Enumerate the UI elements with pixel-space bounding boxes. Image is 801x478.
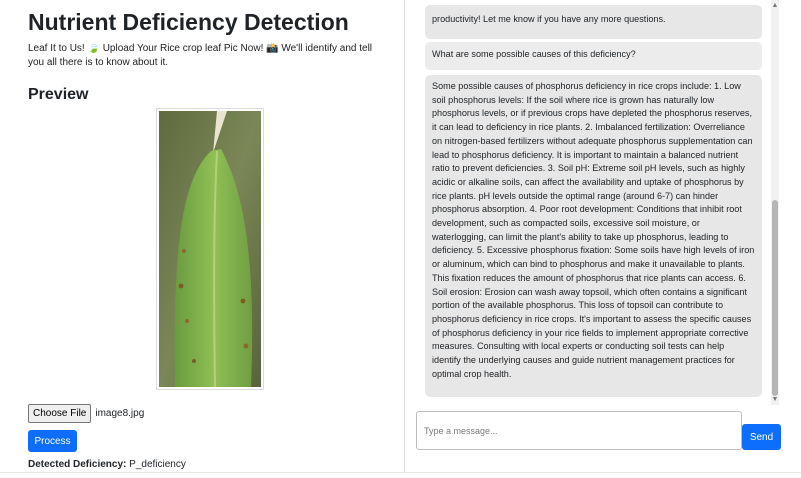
leaf-photo (159, 111, 261, 387)
panel-divider (404, 0, 405, 472)
send-button[interactable]: Send (742, 424, 781, 450)
bottom-border (0, 472, 801, 473)
scrollbar-thumb[interactable] (772, 200, 778, 396)
scroll-down-icon[interactable]: ▼ (771, 396, 779, 403)
chat-history[interactable]: productivity! Let me know if you have an… (416, 0, 780, 405)
page-title: Nutrient Deficiency Detection (28, 9, 349, 35)
chat-message-text: What are some possible causes of this de… (432, 49, 636, 59)
detected-deficiency-value: P_deficiency (129, 459, 186, 470)
message-input[interactable] (416, 411, 742, 450)
choose-file-button[interactable]: Choose File (28, 404, 92, 423)
chat-scrollbar[interactable]: ▲ ▼ (771, 0, 779, 405)
detected-deficiency-label: Detected Deficiency: (28, 459, 127, 470)
chat-message-bot: Some possible causes of phosphorus defic… (425, 75, 762, 397)
app-root: Nutrient Deficiency Detection Leaf It to… (0, 0, 801, 478)
scroll-up-icon[interactable]: ▲ (771, 2, 779, 9)
detected-deficiency: Detected Deficiency: P_deficiency (28, 459, 186, 470)
file-upload-row: Choose File image8.jpg (28, 404, 144, 423)
chat-message-text: productivity! Let me know if you have an… (432, 14, 666, 24)
preview-heading: Preview (28, 86, 89, 103)
chat-message-user: What are some possible causes of this de… (425, 42, 762, 70)
process-button[interactable]: Process (28, 430, 77, 452)
page-subtitle: Leaf It to Us! 🍃 Upload Your Rice crop l… (28, 43, 373, 68)
chat-message-text: Some possible causes of phosphorus defic… (432, 81, 755, 379)
selected-file-name: image8.jpg (95, 408, 145, 419)
chat-message-bot: productivity! Let me know if you have an… (425, 5, 762, 39)
leaf-preview-image (156, 108, 264, 390)
